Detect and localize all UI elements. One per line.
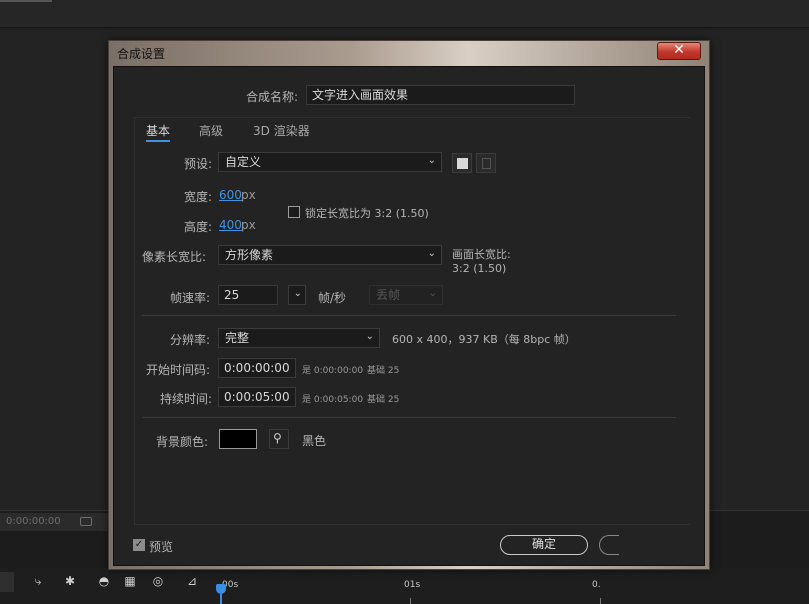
width-label: 宽度: <box>184 190 213 204</box>
ok-button[interactable]: 确定 <box>500 535 588 555</box>
height-unit: px <box>241 218 256 232</box>
lock-aspect-label: 锁定长宽比为 3:2 (1.50) <box>305 207 429 220</box>
tab-indicator <box>0 0 52 2</box>
preview-label: 预览 <box>149 540 174 554</box>
ruler-label: 0. <box>592 580 601 590</box>
drop-frame-value: 丢帧 <box>376 288 401 302</box>
draft-3d-icon[interactable]: ◎ <box>150 574 166 588</box>
trash-icon <box>482 158 491 169</box>
frame-blend-icon[interactable]: ▦ <box>122 574 138 588</box>
height-value[interactable]: 400 <box>219 218 242 232</box>
height-label: 高度: <box>184 220 213 234</box>
chevron-down-icon: ⌄ <box>427 155 436 166</box>
dialog-title: 合成设置 <box>117 47 166 61</box>
width-value[interactable]: 600 <box>219 188 242 202</box>
camera-icon[interactable] <box>80 517 92 526</box>
frame-rate-dropdown[interactable]: ⌄ <box>288 285 306 305</box>
ruler-label: 01s <box>404 580 421 590</box>
pixel-aspect-label: 像素长宽比: <box>142 250 207 264</box>
preset-value: 自定义 <box>225 155 262 169</box>
settings-panel <box>134 117 690 525</box>
start-timecode-input[interactable]: 0:00:00:00 <box>218 358 296 378</box>
comp-name-input[interactable]: 文字进入画面效果 <box>306 85 575 105</box>
resolution-value: 完整 <box>225 331 250 345</box>
start-timecode-base: 基础 25 <box>367 366 400 376</box>
graph-editor-icon[interactable]: ⊿ <box>184 574 200 588</box>
cancel-button[interactable] <box>599 535 619 555</box>
close-button[interactable]: ✕ <box>657 42 701 60</box>
eyedropper-icon: ⚲ <box>273 431 282 445</box>
frame-aspect-label: 画面长宽比: <box>452 248 511 261</box>
pixel-aspect-select[interactable]: 方形像素 ⌄ <box>218 245 442 265</box>
app-header <box>0 0 809 28</box>
save-preset-button[interactable] <box>452 153 472 173</box>
section-divider <box>142 417 676 418</box>
new-light-icon[interactable]: ✱ <box>62 574 78 588</box>
ruler-tick <box>410 598 411 604</box>
comp-name-label: 合成名称: <box>246 90 299 104</box>
chevron-down-icon: ⌄ <box>293 288 302 299</box>
playhead[interactable] <box>216 584 226 604</box>
timecode-text: 0:00:00:00 <box>6 516 61 527</box>
preset-select[interactable]: 自定义 ⌄ <box>218 152 442 172</box>
ruler-tick <box>600 598 601 604</box>
frame-rate-input[interactable]: 25 <box>218 285 278 305</box>
duration-label: 持续时间: <box>160 392 213 406</box>
bg-color-swatch[interactable] <box>219 429 257 449</box>
chevron-down-icon: ⌄ <box>428 288 437 299</box>
pixel-aspect-value: 方形像素 <box>225 248 274 262</box>
start-timecode-label: 开始时间码: <box>146 363 211 377</box>
lock-aspect-checkbox[interactable] <box>288 206 300 218</box>
bg-color-name: 黑色 <box>302 434 327 448</box>
parent-link-icon[interactable]: ⤷ <box>30 574 46 588</box>
eyedropper-button[interactable]: ⚲ <box>269 429 289 449</box>
preview-checkbox[interactable]: ✓ <box>133 539 145 551</box>
save-preset-icon <box>457 158 468 169</box>
frame-aspect-value: 3:2 (1.50) <box>452 262 507 275</box>
resolution-label: 分辨率: <box>170 333 211 347</box>
section-divider <box>142 315 676 316</box>
frame-rate-unit: 帧/秒 <box>318 291 347 305</box>
start-timecode-is: 是 0:00:00:00 <box>302 366 364 376</box>
chevron-down-icon: ⌄ <box>365 331 374 342</box>
time-ruler[interactable]: 00s 01s 0. <box>210 580 809 604</box>
resolution-select[interactable]: 完整 ⌄ <box>218 328 380 348</box>
bg-color-label: 背景颜色: <box>156 435 209 449</box>
timeline-timecode[interactable]: 0:00:00:00 <box>0 513 108 531</box>
delete-preset-button[interactable] <box>476 153 496 173</box>
duration-base: 基础 25 <box>367 395 400 405</box>
drop-frame-select: 丢帧 ⌄ <box>369 285 443 305</box>
motion-blur-icon[interactable]: ◓ <box>96 574 112 588</box>
composition-settings-dialog: 合成设置 ✕ 合成名称: 文字进入画面效果 基本 高级 3D 渲染器 预设: 自… <box>108 40 710 570</box>
frame-rate-label: 帧速率: <box>170 291 211 305</box>
width-unit: px <box>241 188 256 202</box>
dialog-body: 合成名称: 文字进入画面效果 基本 高级 3D 渲染器 预设: 自定义 ⌄ 宽度… <box>113 66 705 566</box>
duration-input[interactable]: 0:00:05:00 <box>218 387 296 407</box>
preset-label: 预设: <box>184 157 213 171</box>
duration-is: 是 0:00:05:00 <box>302 395 364 405</box>
resolution-info: 600 x 400，937 KB（每 8bpc 帧） <box>392 333 576 346</box>
toolbar-block <box>0 572 14 592</box>
chevron-down-icon: ⌄ <box>427 248 436 259</box>
